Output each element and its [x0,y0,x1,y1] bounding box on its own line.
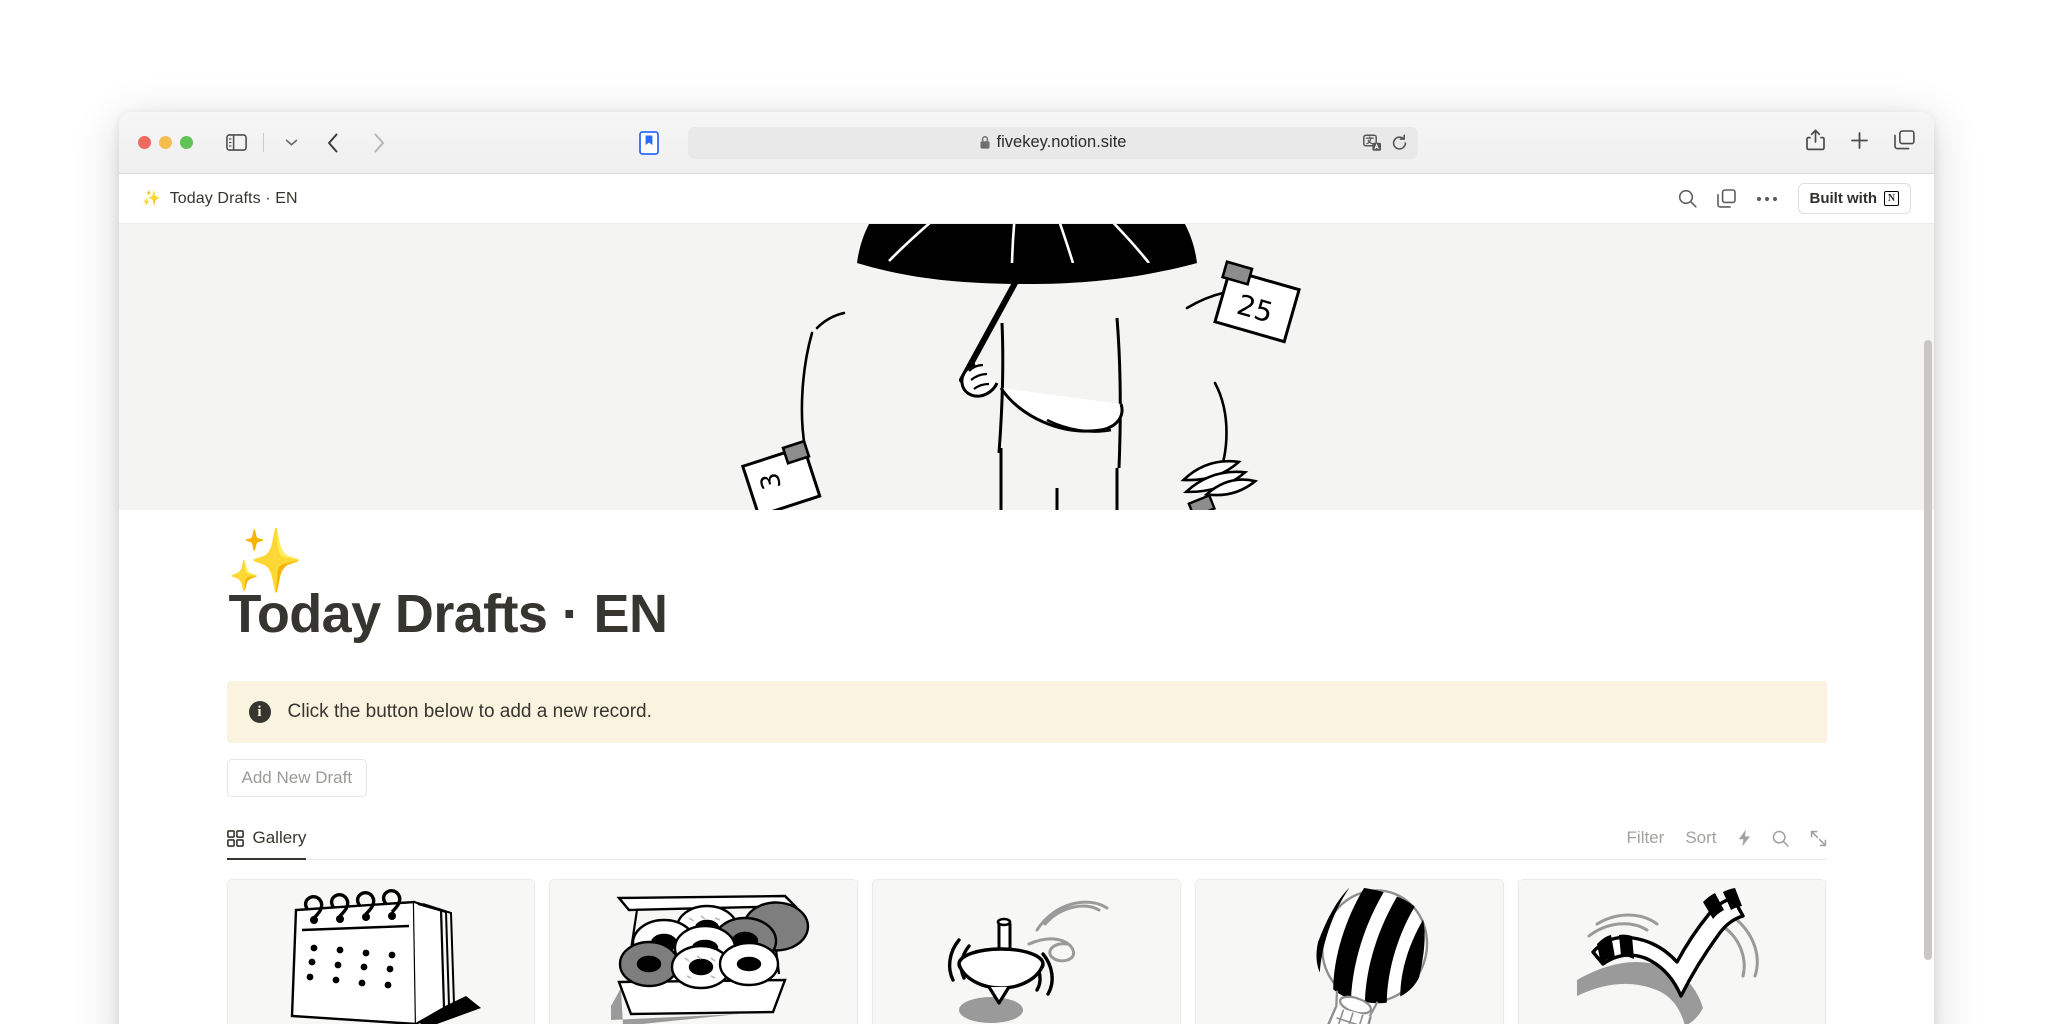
address-url: fivekey.notion.site [996,133,1127,151]
tab-overview-button[interactable] [1894,130,1915,155]
gallery-card[interactable]: March 29, 2024 [872,879,1181,1024]
built-with-label: Built with [1809,190,1878,207]
sidebar-dropdown-button[interactable] [275,129,307,157]
minimize-button[interactable] [159,136,172,149]
callout-text: Click the button below to add a new reco… [287,701,652,722]
page-content: ✨ Today Drafts · EN i Click the button b… [226,531,1827,1024]
breadcrumb-title: Today Drafts · EN [169,189,298,207]
card-cover [227,880,535,1024]
expand-collapse-icon [1810,830,1826,846]
box-of-donuts-icon [610,894,809,1024]
database-toolbar: Gallery Filter Sort [226,818,1827,860]
search-icon [1772,830,1789,847]
toolbar-divider [263,133,264,152]
database-view-actions: Filter Sort [1627,828,1827,859]
search-button[interactable] [1678,189,1697,208]
lock-icon [979,135,991,150]
navigation-controls [317,129,395,157]
cover-illustration: 3 25 [740,224,1301,510]
tab-gallery-label: Gallery [252,828,307,847]
sparkles-icon: ✨ [142,190,161,207]
spinning-top-icon [948,900,1109,1023]
card-cover [873,880,1180,1024]
share-button[interactable] [1806,129,1825,156]
page-scroll-area[interactable]: 3 25 ✨ Today Drafts · EN i Click the but… [119,224,1934,1024]
notion-topbar-actions: Built with N [1678,183,1911,214]
tab-overview-icon [1894,130,1915,150]
boomerang-icon [1577,888,1759,1024]
duplicate-button[interactable] [1716,189,1736,208]
gallery-card: March 29, 2024 [1194,879,1504,1024]
notion-breadcrumb[interactable]: ✨ Today Drafts · EN [142,190,298,208]
built-with-notion-button[interactable]: Built with N [1797,183,1911,214]
hot-air-balloon-icon [1316,888,1429,1024]
gallery-card[interactable]: March 29, 2024 [226,879,536,1024]
sort-button[interactable]: Sort [1685,828,1716,848]
safari-window: fivekey.notion.site ✨ Today Drafts · EN … [119,112,1934,1024]
window-controls [138,136,193,149]
add-new-draft-button[interactable]: Add New Draft [226,759,368,797]
translate-icon[interactable] [1362,134,1382,151]
address-bar-actions [1362,134,1408,151]
gallery-card[interactable]: March 29, 2024 [549,879,859,1024]
gallery-card[interactable]: March 29, 2024 [1517,879,1827,1024]
sidebar-icon [225,134,247,151]
more-options-button[interactable] [1756,196,1778,202]
notion-logo-icon: N [1884,191,1899,206]
forward-button[interactable] [363,129,395,157]
maximize-button[interactable] [180,136,193,149]
desktop-background: fivekey.notion.site ✨ Today Drafts · EN … [0,0,2048,1024]
chevron-left-icon [328,133,338,152]
card-cover [1195,880,1503,1024]
chevron-down-icon [285,139,297,146]
bookmark-button[interactable] [636,130,662,156]
callout-block: i Click the button below to add a new re… [226,681,1827,743]
address-bar[interactable]: fivekey.notion.site [687,126,1418,159]
card-cover [550,880,858,1024]
safari-toolbar: fivekey.notion.site [119,112,1934,174]
page-title: Today Drafts · EN [228,584,668,644]
lightning-icon [1738,829,1750,847]
sidebar-toggle-button[interactable] [220,129,252,157]
grid-icon [226,829,244,847]
close-button[interactable] [138,136,151,149]
address-bar-group: fivekey.notion.site [636,126,1418,159]
toolbar-right-actions [1806,129,1915,156]
page-icon-sparkles: ✨ [226,527,304,596]
new-tab-button[interactable] [1850,131,1869,155]
view-search-button[interactable] [1772,830,1789,847]
search-icon [1678,189,1697,208]
sidebar-controls [220,129,307,157]
share-icon [1806,129,1825,151]
info-icon: i [248,701,271,723]
filter-button[interactable]: Filter [1627,828,1665,848]
page-cover: 3 25 [119,224,1934,510]
notion-topbar: ✨ Today Drafts · EN Built with N [119,174,1934,224]
bookmark-icon [638,130,659,155]
expand-collapse-button[interactable] [1810,830,1827,847]
back-button[interactable] [317,129,349,157]
duplicate-icon [1716,189,1736,208]
more-horizontal-icon [1756,196,1777,201]
desk-calendar-icon [290,889,481,1024]
page-scrollbar[interactable] [1924,340,1932,960]
gallery-grid: March 29, 2024 [226,879,1827,1024]
card-cover [1518,880,1826,1024]
chevron-right-icon [374,133,384,152]
reload-icon[interactable] [1391,134,1408,151]
plus-icon [1851,131,1868,149]
tab-gallery[interactable]: Gallery [226,828,307,860]
automation-button[interactable] [1738,829,1751,847]
